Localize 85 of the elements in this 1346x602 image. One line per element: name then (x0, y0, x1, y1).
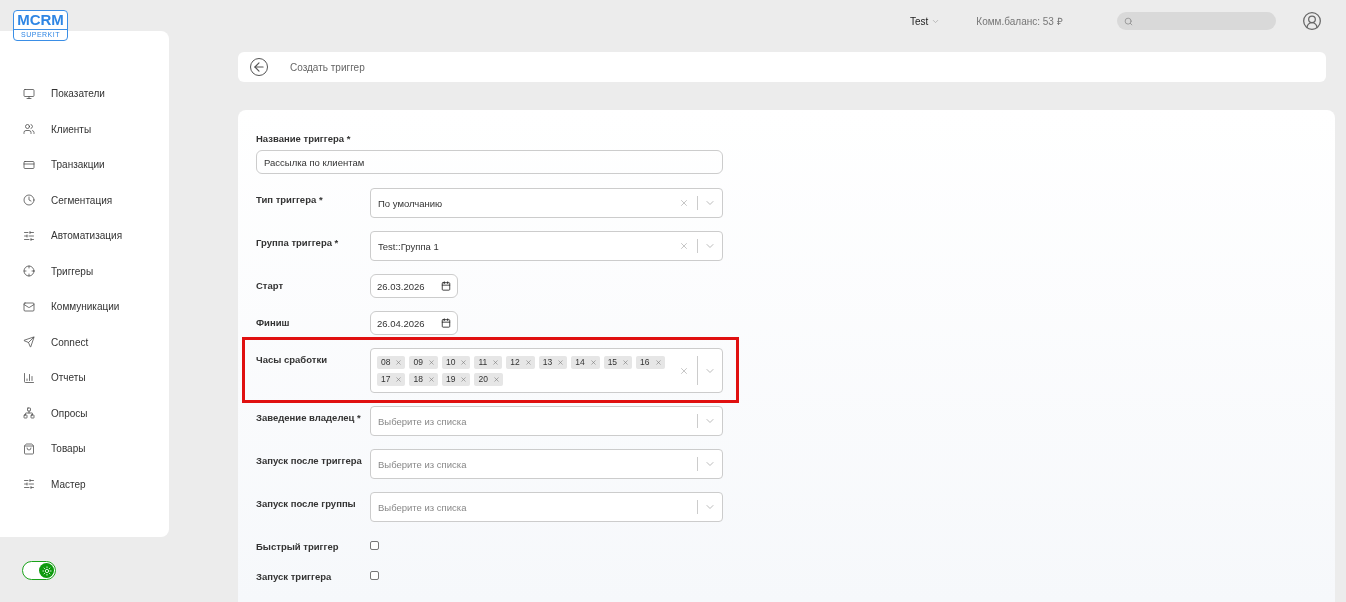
sidebar-item[interactable]: Клиенты (0, 111, 169, 147)
field-label: Запуск триггера (256, 571, 333, 582)
remove-icon[interactable] (524, 358, 532, 366)
date-field[interactable]: 26.03.2026 (370, 274, 458, 298)
checkbox[interactable] (370, 541, 379, 550)
hour-tag: 15 (603, 355, 633, 369)
balance-text: Комм.баланс: 53 ₽ (976, 15, 1063, 28)
clear-icon[interactable] (679, 241, 689, 251)
sidebar-item[interactable]: Отчеты (0, 360, 169, 396)
crosshair-icon (23, 265, 35, 278)
remove-icon[interactable] (427, 375, 435, 383)
hour-tag: 10 (441, 355, 471, 369)
calendar-icon[interactable] (441, 318, 451, 328)
hour-tag: 16 (636, 355, 665, 369)
field-label: Запуск после триггера (256, 455, 363, 466)
select-field[interactable]: По умолчанию (370, 188, 723, 218)
sidebar-item[interactable]: Транзакции (0, 147, 169, 183)
remove-icon[interactable] (654, 358, 662, 366)
sidebar-item[interactable]: Коммуникации (0, 289, 169, 325)
bag-icon (23, 442, 35, 455)
field-label: Старт (256, 280, 285, 291)
remove-icon[interactable] (492, 375, 500, 383)
select-field[interactable]: Выберите из списка (370, 406, 723, 436)
hour-tag: 20 (474, 372, 503, 386)
sidebar-item[interactable]: Автоматизация (0, 218, 169, 254)
card-icon (23, 158, 35, 171)
network-icon (23, 407, 35, 420)
hour-tag: 11 (474, 355, 503, 369)
clear-icon[interactable] (679, 198, 689, 208)
hour-tag: 18 (409, 372, 438, 386)
account-dropdown[interactable]: Test (910, 15, 941, 27)
mail-icon (23, 300, 35, 313)
remove-icon[interactable] (492, 358, 500, 366)
field-label: Тип триггера * (256, 194, 324, 205)
remove-icon[interactable] (460, 375, 468, 383)
remove-icon[interactable] (622, 358, 630, 366)
select-field[interactable]: Выберите из списка (370, 492, 723, 522)
field-label: Запуск после группы (256, 498, 357, 509)
sidebar-item[interactable]: Опросы (0, 395, 169, 431)
hour-tag: 17 (377, 372, 406, 386)
user-icon[interactable] (1301, 11, 1322, 31)
field-label: Заведение владелец * (256, 412, 362, 423)
send-icon (23, 336, 35, 349)
sidebar-item[interactable]: Триггеры (0, 253, 169, 289)
select-field[interactable]: Test::Группа 1 (370, 231, 723, 261)
monitor-icon (23, 87, 35, 100)
remove-icon[interactable] (395, 375, 403, 383)
calendar-icon[interactable] (441, 281, 451, 291)
remove-icon[interactable] (395, 358, 403, 366)
checkbox[interactable] (370, 571, 379, 580)
field-label: Часы сработки (256, 354, 329, 365)
chart-icon (23, 371, 35, 384)
hour-tag: 09 (409, 355, 438, 369)
date-field[interactable]: 26.04.2026 (370, 311, 458, 335)
sliders-icon (23, 478, 35, 491)
remove-icon[interactable] (460, 358, 468, 366)
sidebar-item[interactable]: Товары (0, 431, 169, 467)
field-label: Группа триггера * (256, 237, 340, 248)
sidebar-item[interactable]: Мастер (0, 466, 169, 502)
search-icon (1123, 16, 1133, 26)
search-field[interactable] (1116, 12, 1276, 30)
hour-tag: 13 (538, 355, 568, 369)
field-label: Финиш (256, 317, 291, 328)
hour-tag: 12 (506, 355, 535, 369)
users-icon (23, 123, 35, 136)
sun-icon (41, 565, 52, 576)
remove-icon[interactable] (557, 358, 565, 366)
select-field[interactable]: Выберите из списка (370, 449, 723, 479)
sidebar-item[interactable]: Connect (0, 324, 169, 360)
theme-toggle[interactable] (22, 561, 56, 580)
clock-icon (23, 194, 35, 207)
name-field[interactable]: Рассылка по клиентам (256, 150, 723, 174)
sidebar-item[interactable]: Показатели (0, 76, 169, 112)
hour-tag: 19 (441, 372, 471, 386)
field-label: Быстрый триггер (256, 541, 340, 552)
hour-tag: 08 (377, 355, 406, 369)
page-title: Создать триггер (290, 61, 365, 73)
clear-icon[interactable] (679, 365, 689, 376)
remove-icon[interactable] (427, 358, 435, 366)
sliders-icon (23, 229, 35, 242)
field-label: Название триггера * (256, 133, 351, 144)
sidebar-item[interactable]: Сегментация (0, 182, 169, 218)
remove-icon[interactable] (589, 358, 597, 366)
hour-tag: 14 (571, 355, 600, 369)
multi-select-field[interactable]: 08 09 10 11 12 13 14 15 16 17 18 19 20 (370, 348, 723, 393)
